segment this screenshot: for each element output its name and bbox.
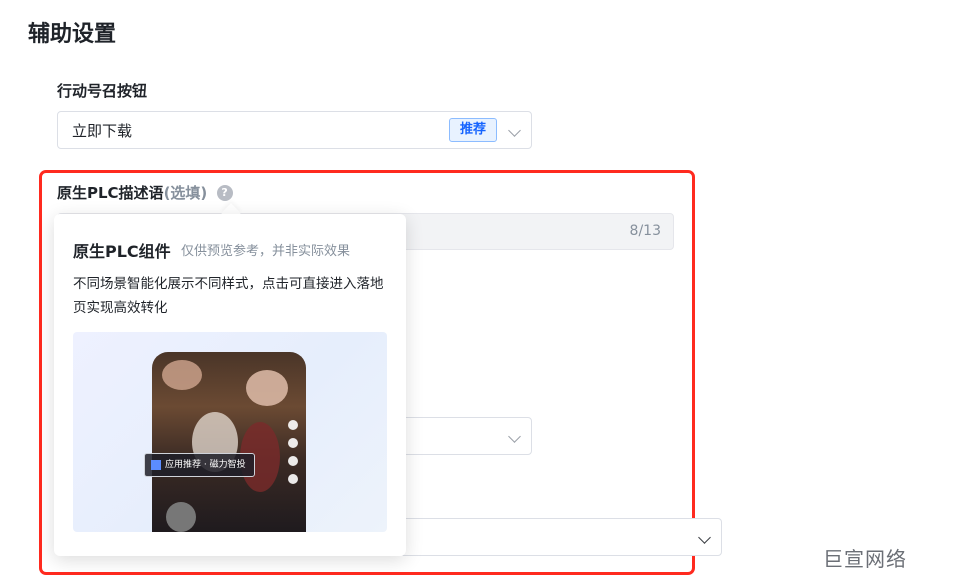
recommend-badge: 推荐 <box>448 118 497 142</box>
cta-select-value: 立即下载 <box>72 122 133 140</box>
plc-label-row: 原生PLC描述语(选填) ? <box>57 182 233 203</box>
plc-label: 原生PLC描述语 <box>57 184 164 202</box>
popover-title: 原生PLC组件 <box>73 242 171 261</box>
preview-image: 应用推荐 · 磁力智投 <box>73 332 387 532</box>
hidden-select-2[interactable] <box>400 518 722 556</box>
watermark-text: 巨宣网络 <box>823 547 907 571</box>
char-counter: 8/13 <box>629 223 661 239</box>
chip-label: 应用推荐 · 磁力智投 <box>165 460 246 470</box>
chevron-down-icon[interactable] <box>508 124 521 137</box>
optional-label: (选填) <box>163 184 208 202</box>
cta-label: 行动号召按钮 <box>57 82 148 100</box>
chevron-down-icon[interactable] <box>508 430 521 443</box>
app-recommend-chip: 应用推荐 · 磁力智投 <box>144 453 255 477</box>
cta-select[interactable]: 立即下载 推荐 <box>57 111 532 149</box>
phone-mockup <box>152 352 306 532</box>
help-icon[interactable]: ? <box>216 185 233 201</box>
popover-subtitle: 仅供预览参考，并非实际效果 <box>181 244 351 259</box>
side-action-icons <box>286 412 300 492</box>
grid-app-icon <box>151 460 161 470</box>
hidden-select[interactable] <box>400 417 532 455</box>
popover-description: 不同场景智能化展示不同样式，点击可直接进入落地页实现高效转化 <box>73 276 384 316</box>
chevron-down-icon[interactable] <box>698 531 711 544</box>
section-title: 辅助设置 <box>28 22 117 47</box>
plc-preview-popover: 原生PLC组件 仅供预览参考，并非实际效果 不同场景智能化展示不同样式，点击可直… <box>54 214 406 556</box>
